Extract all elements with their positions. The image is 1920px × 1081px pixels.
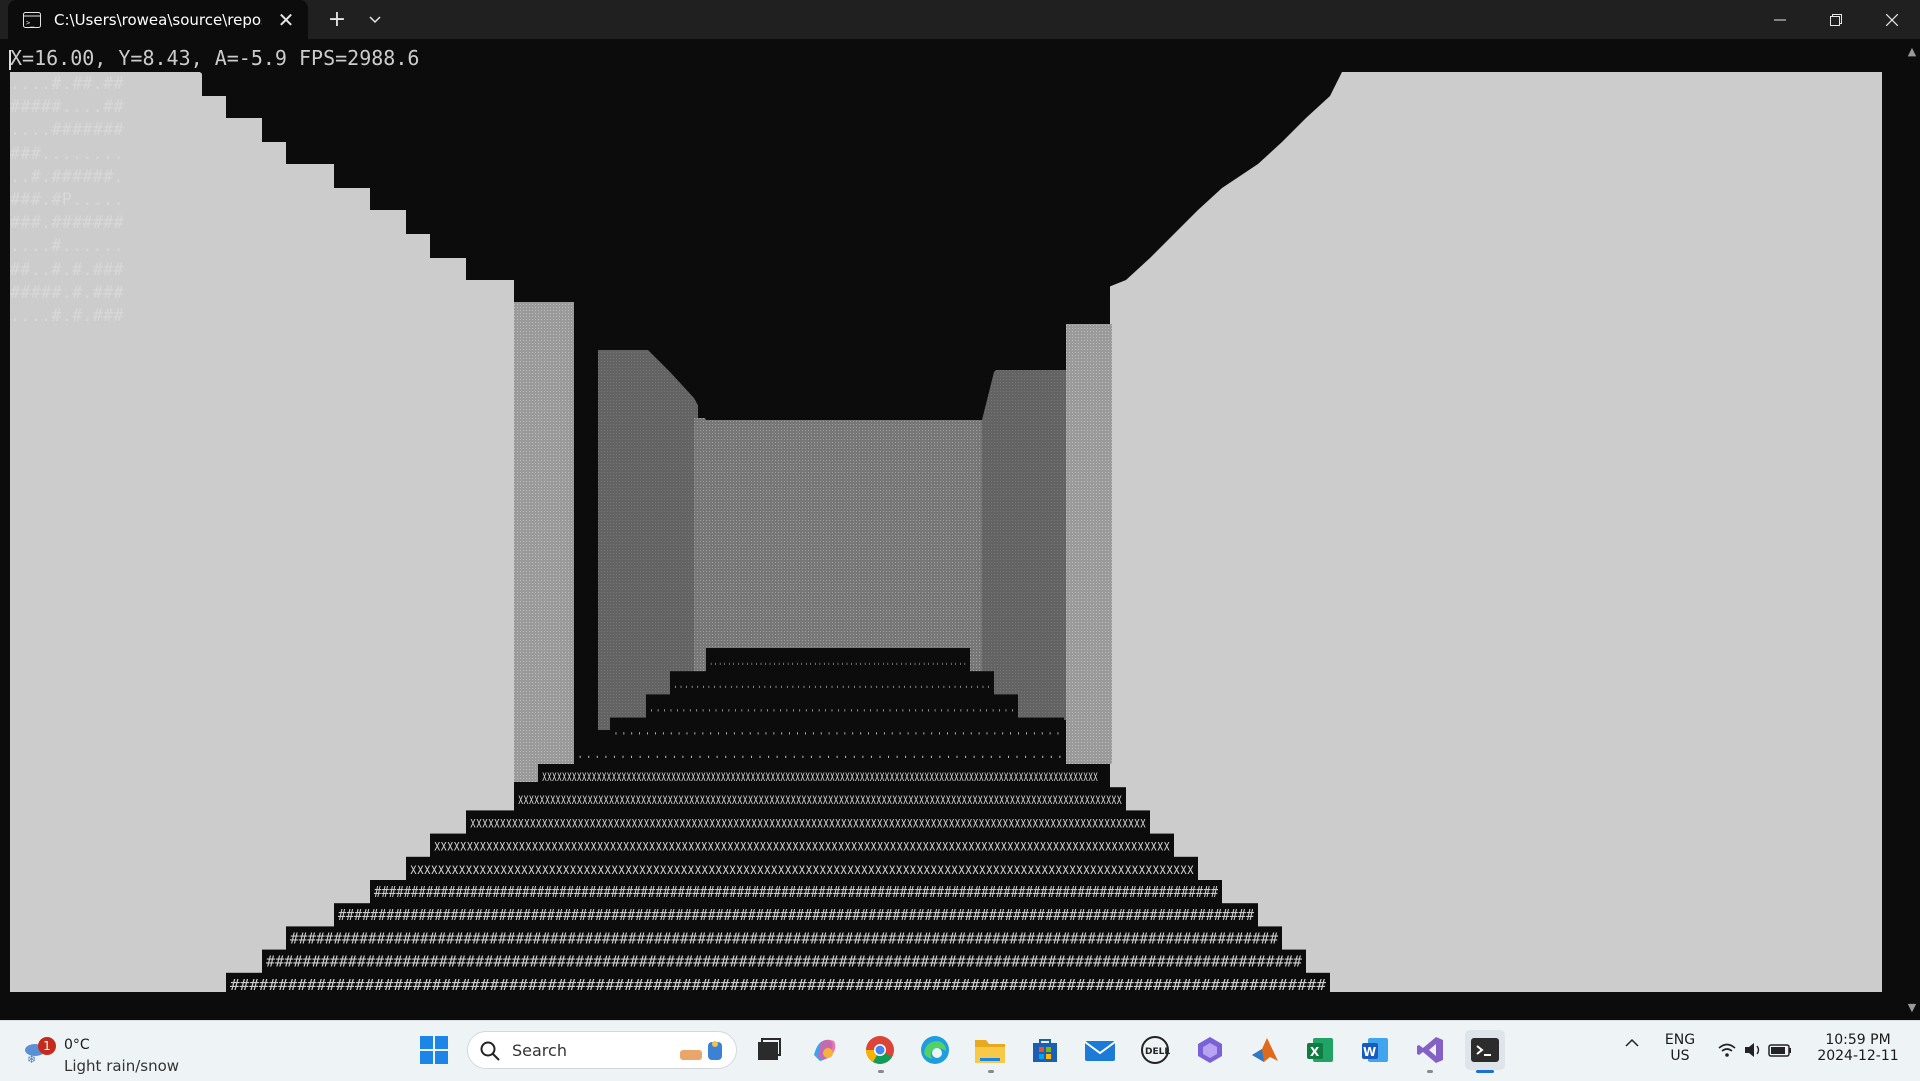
dark-wall-right [982,370,1066,720]
floor-row: ########################################… [374,883,1218,901]
search-highlight-icon [678,1038,730,1068]
file-explorer-icon[interactable] [970,1030,1010,1070]
floor-row: xxxxxxxxxxxxxxxxxxxxxxxxxxxxxxxxxxxxxxxx… [518,790,1122,808]
clock[interactable]: 10:59 PM 2024-12-11 [1810,1032,1906,1064]
clock-date: 2024-12-11 [1817,1048,1899,1064]
matlab-icon[interactable] [1245,1030,1285,1070]
floor-row: ########################################… [290,929,1278,947]
minimap-row: ..#.######. [10,165,124,186]
floor-row: xxxxxxxxxxxxxxxxxxxxxxxxxxxxxxxxxxxxxxxx… [410,860,1194,878]
svg-text:❄: ❄ [27,1053,36,1065]
svg-text:W: W [1363,1045,1376,1059]
task-view-icon[interactable] [749,1030,789,1070]
minimap-row: #####....## [10,96,124,117]
copilot-icon[interactable] [805,1030,845,1070]
floor-row: . . . . . . . . . . . . . . . . . . . . … [710,651,966,669]
dell-icon[interactable]: DELL [1135,1030,1175,1070]
near-wall-column [142,72,202,992]
floor-row: ########################################… [338,906,1254,924]
mid-wall-right [1066,324,1112,764]
minimap-row: ....#.##.## [10,73,124,93]
far-wall [694,418,982,674]
status-line: X=16.00, Y=8.43, A=-5.9 FPS=2988.6 [10,46,420,70]
store-icon[interactable] [1025,1030,1065,1070]
near-wall-column [1198,188,1224,992]
minimap-row: ....####### [10,119,124,140]
terminal-active-indicator [1476,1070,1494,1073]
mid-wall-left [514,302,574,782]
floor-row: xxxxxxxxxxxxxxxxxxxxxxxxxxxxxxxxxxxxxxxx… [434,837,1170,855]
floor-row: ########################################… [266,953,1302,971]
near-wall-column [1222,164,1260,992]
minimap: ....#.##.## #####....## ....####### ###....… [10,72,124,327]
search-icon [480,1041,500,1065]
search-input[interactable]: Search [467,1031,737,1069]
text-cursor [9,50,11,70]
scroll-up-icon[interactable]: ▲ [1904,45,1920,58]
svg-text:X: X [1310,1045,1320,1059]
search-placeholder: Search [512,1041,567,1060]
floor-row: . . . . . . . . . . . . . . . . . . . . … [674,674,990,692]
minimap-row: ....#...... [10,235,124,256]
edge-icon[interactable] [915,1030,955,1070]
scroll-down-icon[interactable]: ▼ [1904,1001,1920,1014]
raycast-scene: . . . . . . . . . . . . . . . . . . . . … [10,72,1882,997]
near-wall-column [1258,142,1284,992]
near-wall-column [286,164,334,992]
minimap-row: ##..#.#.### [10,258,124,279]
minimap-row: #####.#.### [10,281,124,302]
chrome-icon[interactable] [860,1030,900,1070]
vs-running-indicator [1427,1070,1433,1073]
minimap-row: ....#.#.### [10,305,124,326]
floor-row: . . . . . . . . . . . . . . . . . . . . … [578,744,1062,762]
clock-time: 10:59 PM [1825,1032,1891,1048]
floor-row: ########################################… [230,976,1326,994]
visual-studio-icon[interactable] [1410,1030,1450,1070]
near-wall-column [334,188,370,992]
near-wall-column [202,96,226,992]
chevron-up-icon[interactable] [1620,1036,1644,1052]
weather-description: Light rain/snow [64,1057,180,1075]
scrollbar[interactable]: ▲ ▼ [1904,39,1920,1019]
wifi-volume-battery-icon [1718,1043,1791,1057]
near-wall-column [226,118,262,992]
terminal-icon[interactable] [1465,1030,1505,1070]
chrome-running-indicator [878,1070,884,1073]
minimap-row: ###.#P..... [10,189,124,210]
word-icon[interactable]: W [1355,1030,1395,1070]
near-wall-column [1306,96,1332,992]
mail-icon[interactable] [1080,1030,1120,1070]
near-wall-column [262,142,286,992]
floor-row: . . . . . . . . . . . . . . . . . . . . … [614,721,1060,739]
minimap-row: ###........ [10,142,124,163]
app-icon[interactable] [1190,1030,1230,1070]
floor-row: xxxxxxxxxxxxxxxxxxxxxxxxxxxxxxxxxxxxxxxx… [542,767,1098,785]
near-wall-right-edge [1342,72,1882,992]
language-code: ENG [1664,1032,1696,1048]
explorer-running-indicator [988,1070,994,1073]
start-icon[interactable] [414,1030,454,1070]
keyboard-region: US [1670,1048,1690,1064]
near-wall-column [1330,72,1344,992]
weather-widget[interactable]: ❄ 1 0°C Light rain/snow [20,1029,190,1075]
excel-icon[interactable]: X [1300,1030,1340,1070]
system-tray-icons[interactable] [1716,1040,1796,1064]
svg-text:DELL: DELL [1145,1047,1170,1057]
near-wall-column [370,210,406,992]
minimap-row: ###.####### [10,212,124,233]
floor-row: . . . . . . . . . . . . . . . . . . . . … [650,697,1014,715]
floor-row: xxxxxxxxxxxxxxxxxxxxxxxxxxxxxxxxxxxxxxxx… [470,813,1146,831]
language-indicator[interactable]: ENG US [1658,1032,1702,1064]
near-wall-column [1282,118,1308,992]
weather-temp: 0°C [64,1037,90,1053]
weather-badge: 1 [38,1037,56,1055]
